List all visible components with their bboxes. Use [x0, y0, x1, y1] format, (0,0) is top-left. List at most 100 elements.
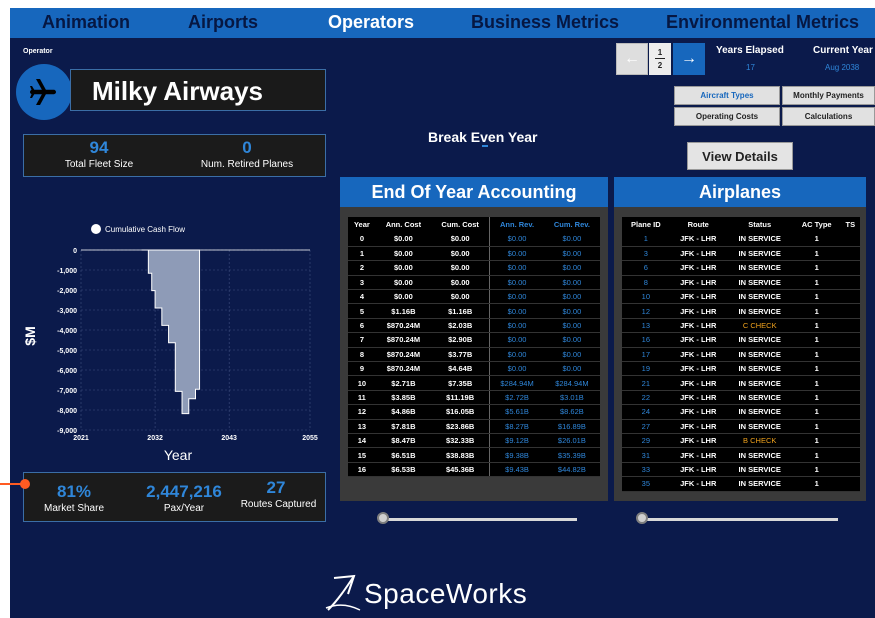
table-cell: $0.00 [489, 260, 544, 276]
table-cell: 33 [622, 462, 670, 478]
accounting-slider-track[interactable] [383, 518, 577, 521]
y-tick-label: -1,000 [57, 268, 77, 275]
tab-operators[interactable]: Operators [328, 12, 414, 33]
calculations-button[interactable]: Calculations [782, 107, 875, 126]
table-cell: $284.94M [489, 375, 544, 391]
table-row[interactable]: 29 JFK - LHR B CHECK 1 [622, 433, 860, 449]
table-cell: JFK - LHR [669, 476, 727, 492]
operating-costs-button[interactable]: Operating Costs [674, 107, 780, 126]
table-row[interactable]: 16 JFK - LHR IN SERVICE 1 [622, 332, 860, 348]
x-tick-label: 2043 [221, 435, 237, 442]
table-cell: 1 [792, 419, 841, 434]
accounting-table: Year Ann. Cost Cum. Cost Ann. Rev. Cum. Rev.… [348, 217, 600, 478]
market-share-value: 81% [56, 482, 92, 501]
next-button[interactable]: → [673, 43, 705, 75]
fleet-stats: 94 Total Fleet Size 0 Num. Retired Plane… [23, 134, 326, 177]
table-cell: 2 [348, 260, 376, 276]
table-cell: 1 [792, 260, 841, 276]
airplanes-title: Airplanes [614, 177, 866, 207]
table-row: 10 $2.71B $7.35B $284.94M $284.94M [348, 375, 600, 391]
airplanes-header: Route [687, 220, 709, 229]
table-cell: $870.24M [375, 332, 431, 348]
table-cell: 8 [622, 275, 670, 291]
table-row[interactable]: 1 JFK - LHR IN SERVICE 1 [622, 232, 860, 247]
table-row[interactable]: 24 JFK - LHR IN SERVICE 1 [622, 404, 860, 420]
page-fraction: 1 2 [649, 43, 671, 75]
accounting-slider-handle[interactable] [377, 512, 389, 524]
table-cell: IN SERVICE [726, 447, 793, 463]
previous-button[interactable]: ← [616, 43, 648, 75]
table-row[interactable]: 35 JFK - LHR IN SERVICE 1 [622, 476, 860, 492]
total-fleet-size-value: 94 [89, 138, 109, 157]
y-tick-label: -5,000 [57, 348, 77, 355]
table-row[interactable]: 6 JFK - LHR IN SERVICE 1 [622, 260, 860, 276]
table-row[interactable]: 19 JFK - LHR IN SERVICE 1 [622, 361, 860, 377]
table-cell: $0.00 [543, 303, 600, 319]
accounting-title: End Of Year Accounting [340, 177, 608, 207]
table-cell: JFK - LHR [669, 289, 727, 305]
table-row[interactable]: 3 JFK - LHR IN SERVICE 1 [622, 246, 860, 262]
table-cell: 10 [348, 375, 376, 391]
table-cell: $0.00 [489, 275, 544, 291]
table-cell: JFK - LHR [669, 419, 727, 434]
table-cell: $5.61B [489, 404, 544, 420]
table-cell [840, 433, 860, 449]
table-row[interactable]: 12 JFK - LHR IN SERVICE 1 [622, 303, 860, 319]
table-cell: $0.00 [375, 275, 431, 291]
table-cell: $16.89B [543, 419, 600, 434]
table-cell: $1.16B [375, 303, 431, 319]
table-row[interactable]: 33 JFK - LHR IN SERVICE 1 [622, 462, 860, 478]
cash-flow-chart: 0 -1,000 -2,000 -3,000 -4,000 -5,000 -6,000 -7,… [23, 224, 318, 463]
table-cell: $0.00 [431, 260, 490, 276]
table-row: 9 $870.24M $4.64B $0.00 $0.00 [348, 361, 600, 377]
x-tick-label: 2032 [147, 435, 163, 442]
table-cell: $0.00 [543, 361, 600, 377]
table-row[interactable]: 21 JFK - LHR IN SERVICE 1 [622, 375, 860, 391]
left-arrow-icon: ← [624, 50, 640, 67]
table-cell: JFK - LHR [669, 433, 727, 449]
table-cell: 1 [792, 476, 841, 492]
airplanes-slider-track[interactable] [642, 518, 838, 521]
table-cell: 1 [792, 318, 841, 334]
table-cell: JFK - LHR [669, 347, 727, 363]
table-cell: 1 [792, 303, 841, 319]
break-even-label: Break Even Year [428, 129, 538, 145]
table-row[interactable]: 27 JFK - LHR IN SERVICE 1 [622, 419, 860, 434]
table-cell: $2.71B [375, 375, 431, 391]
table-cell: $870.24M [375, 347, 431, 363]
table-cell: $2.90B [431, 332, 490, 348]
routes-captured-value: 27 [266, 478, 286, 497]
table-row[interactable]: 22 JFK - LHR IN SERVICE 1 [622, 390, 860, 406]
table-cell: 4 [348, 289, 376, 305]
tab-animation[interactable]: Animation [42, 12, 130, 33]
table-cell: 16 [348, 462, 376, 478]
table-cell: $8.27B [489, 419, 544, 434]
table-cell: IN SERVICE [726, 246, 793, 262]
table-cell: 21 [622, 375, 670, 391]
table-cell: 6 [348, 318, 376, 334]
table-cell: $11.19B [431, 390, 490, 406]
table-row[interactable]: 17 JFK - LHR IN SERVICE 1 [622, 347, 860, 363]
table-row[interactable]: 8 JFK - LHR IN SERVICE 1 [622, 275, 860, 291]
table-cell: IN SERVICE [726, 375, 793, 391]
tab-business-metrics[interactable]: Business Metrics [471, 12, 619, 33]
top-nav: Animation Airports Operators Business Me… [10, 8, 875, 38]
y-tick-label: -3,000 [57, 308, 77, 315]
pax-per-year-value: 2,447,216 [146, 482, 222, 501]
table-cell: 31 [622, 447, 670, 463]
table-row: 2 $0.00 $0.00 $0.00 $0.00 [348, 260, 600, 276]
monthly-payments-button[interactable]: Monthly Payments [782, 86, 875, 105]
table-row[interactable]: 31 JFK - LHR IN SERVICE 1 [622, 447, 860, 463]
airplanes-slider-handle[interactable] [636, 512, 648, 524]
table-row[interactable]: 10 JFK - LHR IN SERVICE 1 [622, 289, 860, 305]
aircraft-types-button[interactable]: Aircraft Types [674, 86, 780, 105]
tab-airports[interactable]: Airports [188, 12, 258, 33]
spaceworks-logo-icon [325, 574, 361, 611]
tab-environmental-metrics[interactable]: Environmental Metrics [666, 12, 859, 33]
table-cell: IN SERVICE [726, 260, 793, 276]
view-details-button[interactable]: View Details [687, 142, 793, 170]
table-row: 11 $3.85B $11.19B $2.72B $3.01B [348, 390, 600, 406]
table-row[interactable]: 13 JFK - LHR C CHECK 1 [622, 318, 860, 334]
table-cell: $0.00 [375, 246, 431, 262]
table-cell: 14 [348, 433, 376, 449]
